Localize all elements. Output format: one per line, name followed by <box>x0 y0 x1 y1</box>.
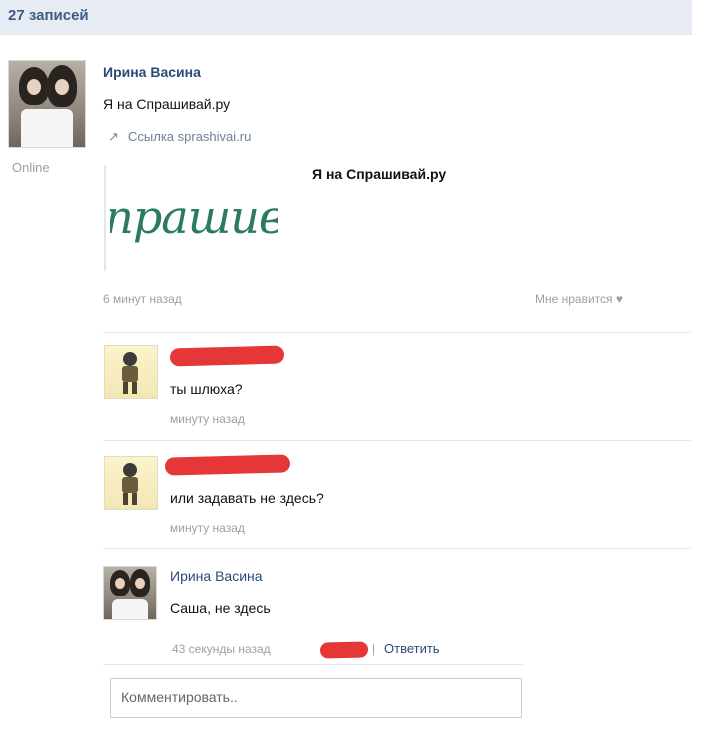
commenter-avatar[interactable] <box>104 456 158 510</box>
comment-text: Саша, не здесь <box>170 600 271 616</box>
commenter-avatar[interactable] <box>104 345 158 399</box>
avatar-leg <box>123 382 128 394</box>
comment-time[interactable]: минуту назад <box>170 412 245 426</box>
divider <box>0 34 692 35</box>
attachment-brand-logo: Спрашивай.ру <box>110 190 278 244</box>
post-author-name[interactable]: Ирина Васина <box>103 64 201 80</box>
separator: | <box>372 642 376 656</box>
avatar-face-left <box>115 578 125 589</box>
divider <box>103 548 691 549</box>
divider <box>103 664 523 665</box>
avatar-clothes <box>112 599 148 619</box>
commenter-avatar[interactable] <box>103 566 157 620</box>
comment-author-name[interactable]: Ирина Васина <box>170 568 263 584</box>
avatar-face-right <box>55 79 69 95</box>
post-text: Я на Спрашивай.ру <box>103 96 231 112</box>
comment-text: или задавать не здесь? <box>170 490 324 506</box>
comment-input-placeholder: Комментировать.. <box>121 689 238 705</box>
attachment-title[interactable]: Я на Спрашивай.ру <box>312 166 446 182</box>
avatar-clothes <box>21 109 73 147</box>
wall-header: 27 записей <box>0 0 692 35</box>
post-time[interactable]: 6 минут назад <box>103 292 182 306</box>
comment-text: ты шлюха? <box>170 381 243 397</box>
comment-time[interactable]: 43 секунды назад <box>172 642 271 656</box>
divider <box>103 440 691 441</box>
avatar-torso <box>122 366 138 382</box>
divider <box>103 332 691 333</box>
post-author-avatar[interactable] <box>8 60 86 148</box>
avatar-head <box>123 352 137 366</box>
like-button[interactable]: Мне нравится ♥ <box>535 292 623 306</box>
comment-input[interactable]: Комментировать.. <box>110 678 522 718</box>
avatar-head <box>123 463 137 477</box>
avatar-leg <box>132 493 137 505</box>
avatar-leg <box>132 382 137 394</box>
avatar-face-right <box>135 578 145 589</box>
avatar-torso <box>122 477 138 493</box>
redacted-name <box>169 345 285 367</box>
reply-button[interactable]: Ответить <box>384 641 440 656</box>
wall-count-label[interactable]: 27 записей <box>8 7 89 24</box>
avatar-face-left <box>27 79 41 95</box>
link-icon: ↗ <box>108 129 119 144</box>
avatar-leg <box>123 493 128 505</box>
online-status: Online <box>12 160 50 175</box>
comment-time[interactable]: минуту назад <box>170 521 245 535</box>
redacted-name <box>164 454 291 476</box>
attachment-preview[interactable]: Спрашивай.ру <box>110 190 278 250</box>
attachment-border <box>104 165 106 271</box>
post-link[interactable]: Ссылка sprashivai.ru <box>128 129 251 144</box>
redacted-name <box>319 641 369 659</box>
